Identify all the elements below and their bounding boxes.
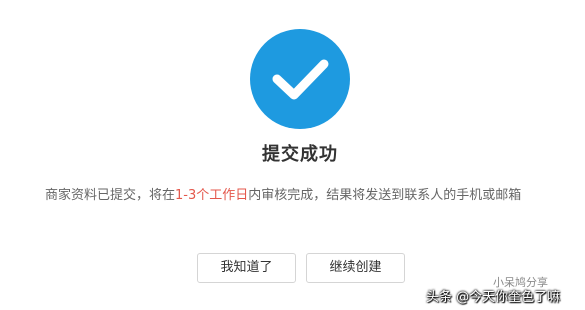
success-check-icon	[250, 29, 350, 129]
acknowledge-button[interactable]: 我知道了	[197, 253, 296, 283]
status-message: 商家资料已提交，将在1-3个工作日内审核完成，结果将发送到联系人的手机或邮箱	[45, 184, 575, 203]
continue-create-button[interactable]: 继续创建	[306, 253, 405, 283]
watermark: 小呆鸠分享 头条 @今天你奎色了嘛	[420, 272, 585, 310]
message-highlight-duration: 1-3个工作日	[175, 188, 249, 203]
message-suffix: 内审核完成，结果将发送到联系人的手机或邮箱	[248, 188, 522, 203]
watermark-sub: 小呆鸠分享	[493, 276, 548, 289]
message-prefix: 商家资料已提交，将在	[45, 188, 176, 203]
watermark-main: 头条 @今天你奎色了嘛	[426, 290, 561, 305]
page-title: 提交成功	[262, 144, 338, 165]
check-circle-icon	[250, 29, 350, 129]
